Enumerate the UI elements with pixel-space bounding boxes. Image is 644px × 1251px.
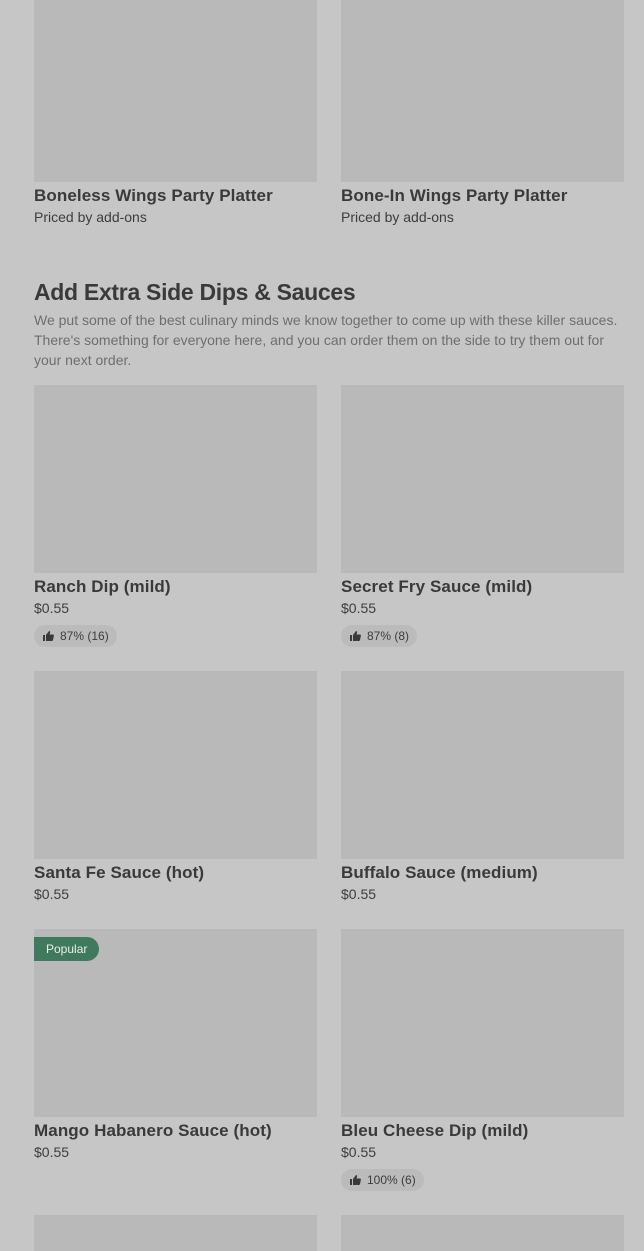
- menu-item-card[interactable]: Bone-In Wings Party Platter Priced by ad…: [341, 0, 624, 226]
- item-name: Bleu Cheese Dip (mild): [341, 1121, 529, 1140]
- menu-item-card[interactable]: [34, 1215, 317, 1251]
- item-name: Mango Habanero Sauce (hot): [34, 1121, 272, 1140]
- item-image[interactable]: [341, 0, 624, 182]
- rating-text: 87% (8): [367, 629, 410, 643]
- item-image[interactable]: [34, 385, 317, 573]
- menu-item-card[interactable]: Bleu Cheese Dip (mild) $0.55 100% (6): [341, 929, 624, 1191]
- section-description: We put some of the best culinary minds w…: [34, 312, 618, 368]
- rating-pill: 100% (6): [341, 1169, 424, 1191]
- items-row: Ranch Dip (mild) $0.55 87% (16) Secret F…: [34, 385, 624, 647]
- menu-item-card[interactable]: Boneless Wings Party Platter Priced by a…: [34, 0, 317, 226]
- item-price: $0.55: [34, 886, 70, 902]
- section-header: Add Extra Side Dips & Sauces We put some…: [34, 278, 624, 370]
- menu-item-card[interactable]: Buffalo Sauce (medium) $0.55: [341, 671, 624, 903]
- item-image[interactable]: [341, 929, 624, 1117]
- item-name: Secret Fry Sauce (mild): [341, 577, 533, 596]
- rating-pill: 87% (8): [341, 625, 418, 647]
- item-image[interactable]: [34, 0, 317, 182]
- popular-badge: Popular: [34, 937, 100, 961]
- item-name: Ranch Dip (mild): [34, 577, 171, 596]
- thumbs-up-icon: [350, 1175, 361, 1185]
- section-title: Add Extra Side Dips & Sauces: [34, 279, 356, 305]
- rating-pill: 87% (16): [34, 625, 117, 647]
- menu-item-card[interactable]: Popular Mango Habanero Sauce (hot) $0.55: [34, 929, 317, 1191]
- items-row: Popular Mango Habanero Sauce (hot) $0.55…: [34, 929, 624, 1191]
- item-price: $0.55: [341, 600, 377, 616]
- item-name: Boneless Wings Party Platter: [34, 186, 273, 205]
- item-name: Buffalo Sauce (medium): [341, 863, 538, 882]
- platter-grid: Boneless Wings Party Platter Priced by a…: [34, 0, 624, 226]
- item-price: $0.55: [34, 600, 70, 616]
- item-image[interactable]: [341, 671, 624, 859]
- item-image[interactable]: [341, 385, 624, 573]
- thumbs-up-icon: [43, 631, 54, 641]
- menu-item-card[interactable]: [341, 1215, 624, 1251]
- menu-item-card[interactable]: Santa Fe Sauce (hot) $0.55: [34, 671, 317, 903]
- item-price: $0.55: [341, 886, 377, 902]
- items-row: Santa Fe Sauce (hot) $0.55 Buffalo Sauce…: [34, 671, 624, 903]
- menu-item-card[interactable]: Ranch Dip (mild) $0.55 87% (16): [34, 385, 317, 647]
- menu-item-card[interactable]: Secret Fry Sauce (mild) $0.55 87% (8): [341, 385, 624, 647]
- item-image[interactable]: [341, 1215, 624, 1251]
- items-row: [34, 1215, 624, 1251]
- rating-text: 100% (6): [367, 1173, 416, 1187]
- item-price: Priced by add-ons: [341, 209, 454, 225]
- item-price: $0.55: [34, 1144, 70, 1160]
- rating-text: 87% (16): [60, 629, 109, 643]
- item-name: Bone-In Wings Party Platter: [341, 186, 568, 205]
- item-image[interactable]: Popular: [34, 929, 317, 1117]
- item-image[interactable]: [34, 1215, 317, 1251]
- item-price: Priced by add-ons: [34, 209, 147, 225]
- item-name: Santa Fe Sauce (hot): [34, 863, 205, 882]
- item-price: $0.55: [341, 1144, 377, 1160]
- item-image[interactable]: [34, 671, 317, 859]
- thumbs-up-icon: [350, 631, 361, 641]
